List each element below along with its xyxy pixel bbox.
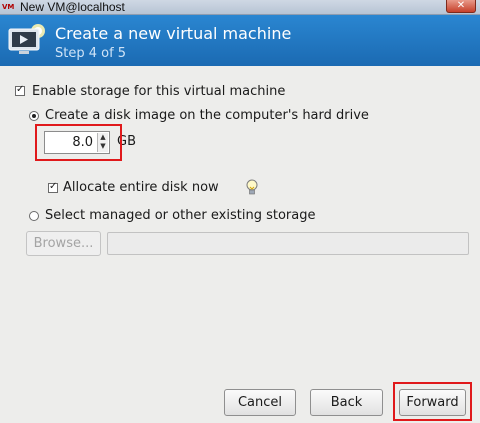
managed-storage-label: Select managed or other existing storage: [45, 208, 316, 223]
allocate-disk-checkbox[interactable]: ✓: [48, 181, 58, 193]
browse-button[interactable]: Browse...: [26, 231, 101, 256]
enable-storage-checkbox[interactable]: ✓: [15, 84, 25, 96]
checkmark-icon: ✓: [49, 181, 58, 192]
create-disk-label: Create a disk image on the computer's ha…: [45, 108, 369, 123]
highlight-box-disk-size: [35, 124, 122, 161]
highlight-box-forward: [393, 382, 472, 421]
monitor-play-icon: [8, 24, 45, 54]
window-titlebar: VM New VM@localhost ✕: [0, 0, 480, 15]
window-title: New VM@localhost: [20, 0, 125, 14]
app-icon: VM: [2, 3, 15, 11]
storage-path-input[interactable]: [107, 232, 469, 255]
close-icon: ✕: [456, 0, 466, 11]
checkmark-icon: ✓: [16, 84, 25, 95]
managed-storage-radio[interactable]: [29, 211, 39, 221]
cancel-button[interactable]: Cancel: [224, 389, 296, 416]
radio-selected-icon: [32, 114, 36, 118]
lightbulb-icon: [246, 179, 258, 195]
wizard-heading: Create a new virtual machine: [55, 24, 292, 43]
allocate-disk-label: Allocate entire disk now: [63, 180, 219, 195]
back-button[interactable]: Back: [310, 389, 383, 416]
close-button[interactable]: ✕: [446, 0, 476, 13]
create-disk-radio[interactable]: [29, 111, 39, 121]
wizard-step: Step 4 of 5: [55, 46, 127, 61]
enable-storage-label: Enable storage for this virtual machine: [32, 84, 286, 99]
wizard-banner: Create a new virtual machine Step 4 of 5: [0, 15, 480, 66]
